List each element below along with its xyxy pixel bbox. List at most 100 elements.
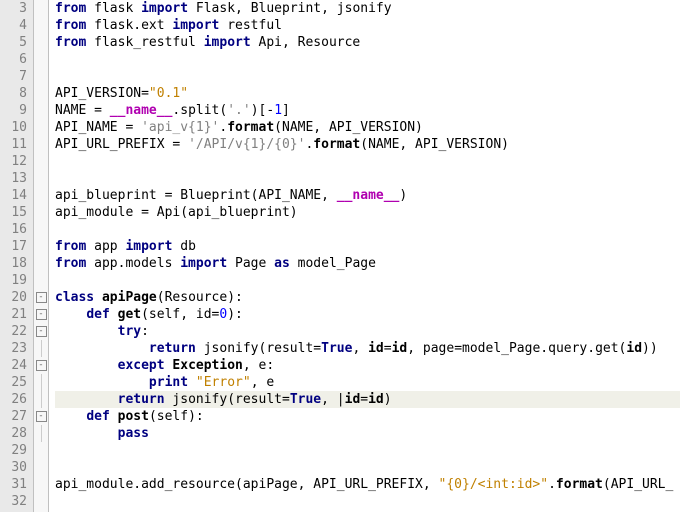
- token: '.': [227, 103, 250, 118]
- code-line[interactable]: from flask_restful import Api, Resource: [55, 34, 680, 51]
- code-line[interactable]: [55, 170, 680, 187]
- token: [110, 307, 118, 322]
- token: jsonify(result=: [196, 341, 321, 356]
- token: =: [384, 341, 392, 356]
- line-number: 8: [0, 85, 27, 102]
- token: [55, 341, 149, 356]
- token: try: [118, 324, 141, 339]
- code-line[interactable]: class apiPage(Resource):: [55, 289, 680, 306]
- code-editor: 3456789101112131415161718192021222324252…: [0, 0, 680, 512]
- fold-marker: [34, 34, 48, 51]
- token: [55, 375, 149, 390]
- line-number: 28: [0, 425, 27, 442]
- code-line[interactable]: from app import db: [55, 238, 680, 255]
- fold-marker: [34, 119, 48, 136]
- code-line[interactable]: API_URL_PREFIX = '/API/v{1}/{0}'.format(…: [55, 136, 680, 153]
- fold-marker: [34, 425, 48, 442]
- token: format: [313, 137, 360, 152]
- line-number: 6: [0, 51, 27, 68]
- token: api_module.add_resource(apiPage, API_URL…: [55, 477, 439, 492]
- token: [55, 324, 118, 339]
- code-line[interactable]: NAME = __name__.split('.')[-1]: [55, 102, 680, 119]
- token: , |: [321, 392, 344, 407]
- code-line[interactable]: return jsonify(result=True, |id=id): [55, 391, 680, 408]
- fold-marker: [34, 153, 48, 170]
- token: return: [149, 341, 196, 356]
- fold-marker[interactable]: -: [34, 306, 48, 323]
- code-line[interactable]: [55, 153, 680, 170]
- code-line[interactable]: from flask.ext import restful: [55, 17, 680, 34]
- token: .split(: [172, 103, 227, 118]
- token: import: [141, 1, 188, 16]
- token: )): [642, 341, 658, 356]
- code-line[interactable]: from flask import Flask, Blueprint, json…: [55, 0, 680, 17]
- token: except: [118, 358, 165, 373]
- token: api_module = Api(api_blueprint): [55, 205, 298, 220]
- code-line[interactable]: API_NAME = 'api_v{1}'.format(NAME, API_V…: [55, 119, 680, 136]
- code-line[interactable]: [55, 68, 680, 85]
- token: get: [118, 307, 141, 322]
- token: import: [125, 239, 172, 254]
- code-line[interactable]: print "Error", e: [55, 374, 680, 391]
- token: [55, 409, 86, 424]
- token: [188, 375, 196, 390]
- line-number: 10: [0, 119, 27, 136]
- token: "Error": [196, 375, 251, 390]
- token: from: [55, 1, 86, 16]
- fold-marker: [34, 255, 48, 272]
- code-line[interactable]: from app.models import Page as model_Pag…: [55, 255, 680, 272]
- code-line[interactable]: def get(self, id=0):: [55, 306, 680, 323]
- token: print: [149, 375, 188, 390]
- code-line[interactable]: [55, 51, 680, 68]
- token: id: [368, 341, 384, 356]
- fold-marker[interactable]: -: [34, 408, 48, 425]
- fold-marker[interactable]: -: [34, 357, 48, 374]
- fold-gutter: -----: [34, 0, 49, 512]
- token: return: [118, 392, 165, 407]
- fold-marker: [34, 476, 48, 493]
- code-area[interactable]: from flask import Flask, Blueprint, json…: [49, 0, 680, 512]
- code-line[interactable]: [55, 459, 680, 476]
- token: ]: [282, 103, 290, 118]
- token: True: [321, 341, 352, 356]
- code-line[interactable]: def post(self):: [55, 408, 680, 425]
- token: API_URL_PREFIX =: [55, 137, 188, 152]
- token: [55, 358, 118, 373]
- token: "0.1": [149, 86, 188, 101]
- fold-marker[interactable]: -: [34, 323, 48, 340]
- token: id: [392, 341, 408, 356]
- token: __name__: [110, 103, 173, 118]
- code-line[interactable]: except Exception, e:: [55, 357, 680, 374]
- code-line[interactable]: try:: [55, 323, 680, 340]
- token: [55, 426, 118, 441]
- token: format: [227, 120, 274, 135]
- fold-marker: [34, 51, 48, 68]
- code-line[interactable]: [55, 221, 680, 238]
- code-line[interactable]: [55, 442, 680, 459]
- fold-marker: [34, 221, 48, 238]
- token: API_NAME =: [55, 120, 141, 135]
- token: :: [141, 324, 149, 339]
- fold-marker: [34, 391, 48, 408]
- token: from: [55, 18, 86, 33]
- code-line[interactable]: return jsonify(result=True, id=id, page=…: [55, 340, 680, 357]
- code-line[interactable]: pass: [55, 425, 680, 442]
- token: id: [368, 392, 384, 407]
- code-line[interactable]: API_VERSION="0.1": [55, 85, 680, 102]
- code-line[interactable]: api_module = Api(api_blueprint): [55, 204, 680, 221]
- code-line[interactable]: api_module.add_resource(apiPage, API_URL…: [55, 476, 680, 493]
- code-line[interactable]: api_blueprint = Blueprint(API_NAME, __na…: [55, 187, 680, 204]
- line-number: 29: [0, 442, 27, 459]
- fold-marker: [34, 68, 48, 85]
- line-number: 20: [0, 289, 27, 306]
- token: ,: [352, 341, 368, 356]
- line-number: 14: [0, 187, 27, 204]
- token: "{0}/<int:id>": [439, 477, 549, 492]
- token: , e: [251, 375, 274, 390]
- line-number: 26: [0, 391, 27, 408]
- token: ): [399, 188, 407, 203]
- code-line[interactable]: [55, 272, 680, 289]
- code-line[interactable]: [55, 493, 680, 510]
- fold-marker[interactable]: -: [34, 289, 48, 306]
- token: app: [86, 239, 125, 254]
